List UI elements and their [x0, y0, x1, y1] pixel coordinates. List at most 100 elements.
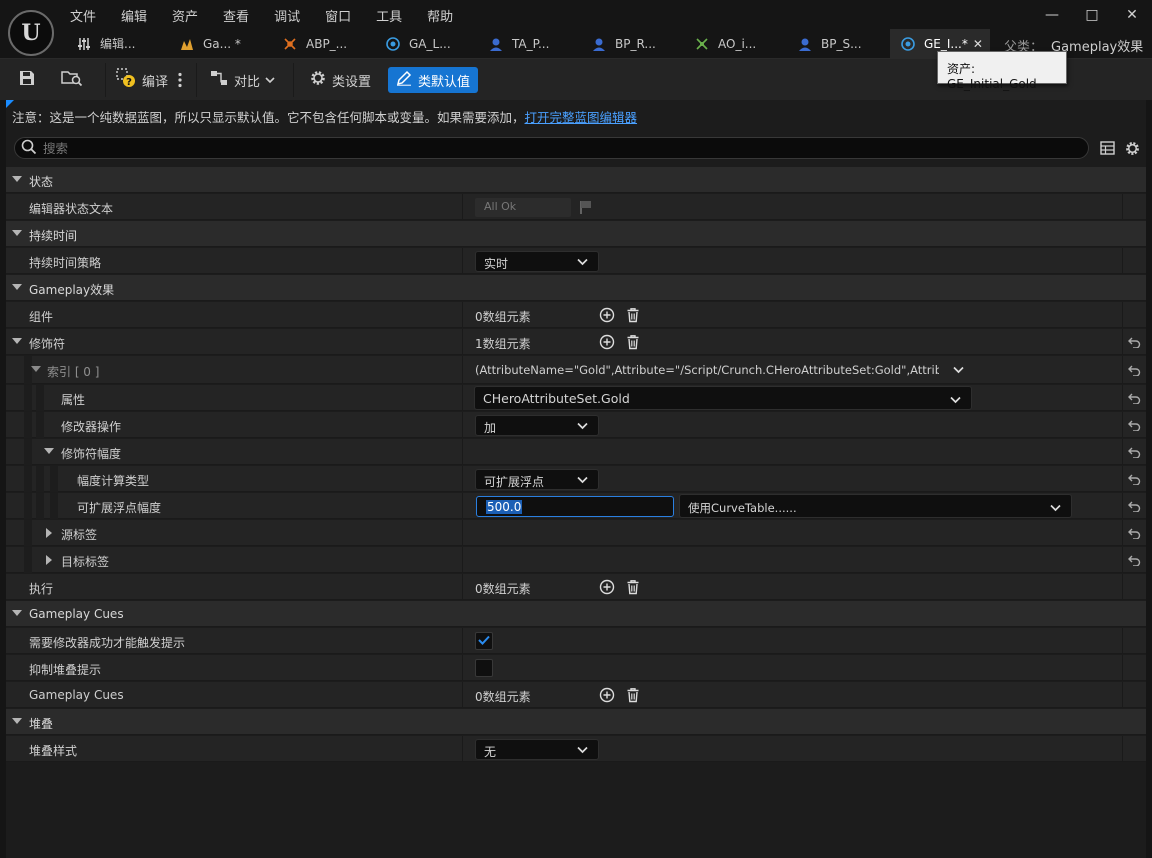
compile-options-icon[interactable] — [178, 67, 182, 93]
compile-button[interactable]: ? 编译 — [116, 67, 168, 93]
add-element-icon[interactable] — [599, 307, 615, 323]
category-status[interactable]: 状态 — [6, 167, 1146, 193]
category-duration[interactable]: 持续时间 — [6, 221, 1146, 247]
property-row[interactable]: 索引 [ 0 ] (AttributeName="Gold",Attribute… — [6, 356, 1146, 384]
trash-icon[interactable] — [625, 687, 641, 703]
calc-type-dropdown[interactable]: 可扩展浮点 — [475, 469, 599, 490]
require-success-checkbox[interactable] — [475, 632, 493, 650]
tab-label: GE_I...* — [924, 36, 968, 51]
dropdown-value: 实时 — [484, 257, 509, 271]
menu-edit[interactable]: 编辑 — [121, 4, 159, 26]
reset-to-default-icon[interactable] — [1122, 356, 1146, 384]
tab-label: BP_R... — [615, 36, 656, 51]
tab-ga-anim[interactable]: Ga... * — [169, 29, 272, 58]
search-box[interactable] — [14, 137, 1089, 159]
menu-debug[interactable]: 调试 — [274, 4, 312, 26]
reset-to-default-icon[interactable] — [1122, 493, 1146, 519]
category-label: 持续时间 — [29, 229, 78, 243]
menu-asset[interactable]: 资产 — [172, 4, 210, 26]
property-row[interactable]: 目标标签 — [6, 547, 1146, 573]
attribute-dropdown[interactable]: CHeroAttributeSet.Gold — [474, 386, 972, 410]
curve-table-dropdown[interactable]: 使用CurveTable...... — [679, 494, 1072, 518]
magnitude-value-input[interactable]: 500.0 — [476, 496, 674, 517]
table-view-icon[interactable] — [1100, 141, 1115, 158]
reset-to-default-icon[interactable] — [1122, 412, 1146, 438]
tab-abp[interactable]: ABP_... — [272, 29, 375, 58]
chevron-down-icon — [577, 743, 588, 757]
category-gameplay-effect[interactable]: Gameplay效果 — [6, 275, 1146, 301]
chevron-down-icon — [577, 473, 588, 487]
asset-tooltip: 资产: GE_Initial_Gold — [937, 51, 1067, 91]
settings-gear-icon[interactable] — [1124, 140, 1141, 160]
duration-policy-dropdown[interactable]: 实时 — [475, 251, 599, 272]
diff-button[interactable]: 对比 — [210, 67, 275, 93]
tab-bp-s[interactable]: BP_S... — [787, 29, 890, 58]
reset-to-default-icon[interactable] — [1122, 329, 1146, 355]
svg-text:?: ? — [126, 77, 132, 88]
trash-icon[interactable] — [625, 334, 641, 350]
close-tab-icon[interactable]: ✕ — [973, 37, 983, 51]
menu-bar: 文件 编辑 资产 查看 调试 窗口 工具 帮助 — [70, 4, 478, 26]
minimize-icon[interactable]: — — [1032, 0, 1072, 30]
category-gameplay-cues[interactable]: Gameplay Cues — [6, 601, 1146, 627]
expand-arrow-icon — [44, 448, 54, 454]
property-value: 无 — [462, 736, 1122, 762]
reset-to-default-icon[interactable] — [1122, 547, 1146, 573]
chevron-down-icon — [265, 73, 275, 88]
property-value: 实时 — [462, 248, 1122, 274]
browse-button[interactable] — [61, 67, 83, 93]
tab-bp-r[interactable]: BP_R... — [581, 29, 684, 58]
menu-window[interactable]: 窗口 — [325, 4, 363, 26]
menu-file[interactable]: 文件 — [70, 4, 108, 26]
maximize-icon[interactable]: □ — [1072, 0, 1112, 30]
save-button[interactable] — [18, 67, 36, 93]
reset-to-default-icon[interactable] — [1122, 385, 1146, 411]
property-row: 属性 CHeroAttributeSet.Gold — [6, 385, 1146, 411]
trash-icon[interactable] — [625, 307, 641, 323]
reset-to-default-icon[interactable] — [1122, 520, 1146, 546]
chevron-down-icon[interactable] — [953, 363, 969, 379]
editor-status-text: All Ok — [475, 198, 571, 217]
reset-to-default-icon[interactable] — [1122, 439, 1146, 465]
tab-ao-i[interactable]: AO_i... — [684, 29, 787, 58]
open-full-editor-link[interactable]: 打开完整蓝图编辑器 — [525, 110, 638, 125]
property-row[interactable]: 修饰符 1数组元素 — [6, 329, 1146, 355]
add-element-icon[interactable] — [599, 579, 615, 595]
add-element-icon[interactable] — [599, 334, 615, 350]
flag-icon[interactable] — [578, 199, 594, 215]
suppress-stacking-checkbox[interactable] — [475, 659, 493, 677]
trash-icon[interactable] — [625, 579, 641, 595]
property-row[interactable]: 源标签 — [6, 520, 1146, 546]
menu-help[interactable]: 帮助 — [427, 4, 465, 26]
class-defaults-button[interactable]: 类默认值 — [388, 67, 479, 93]
menu-view[interactable]: 查看 — [223, 4, 261, 26]
expand-arrow-icon — [12, 176, 22, 182]
menu-tools[interactable]: 工具 — [376, 4, 414, 26]
property-row[interactable]: 修饰符幅度 — [6, 439, 1146, 465]
reset-to-default-icon[interactable] — [1122, 466, 1146, 492]
category-stacking[interactable]: 堆叠 — [6, 709, 1146, 735]
class-settings-button[interactable]: 类设置 — [309, 67, 371, 93]
add-element-icon[interactable] — [599, 687, 615, 703]
reset-cell — [1122, 248, 1146, 274]
gear-icon — [309, 69, 327, 91]
blueprint-icon — [385, 36, 401, 52]
tab-ta-p[interactable]: TA_P... — [478, 29, 581, 58]
unreal-logo[interactable]: U — [8, 10, 54, 56]
tab-ga-l[interactable]: GA_L... — [375, 29, 478, 58]
expand-arrow-icon — [12, 718, 22, 724]
indent-guide — [24, 547, 32, 573]
property-label: 抑制堆叠提示 — [29, 663, 102, 677]
modifier-op-dropdown[interactable]: 加 — [475, 415, 599, 436]
stacking-type-dropdown[interactable]: 无 — [475, 739, 599, 760]
diff-icon — [210, 69, 230, 91]
window-controls: — □ ✕ — [1032, 0, 1152, 30]
tab-editor-settings[interactable]: 编辑... — [66, 29, 169, 58]
property-label: 幅度计算类型 — [77, 474, 150, 488]
expand-arrow-icon — [12, 284, 22, 290]
search-input[interactable] — [43, 140, 1043, 156]
aim-offset-icon — [694, 36, 710, 52]
close-window-icon[interactable]: ✕ — [1112, 0, 1152, 30]
property-value: 加 — [462, 412, 1122, 438]
character-icon — [488, 36, 504, 52]
